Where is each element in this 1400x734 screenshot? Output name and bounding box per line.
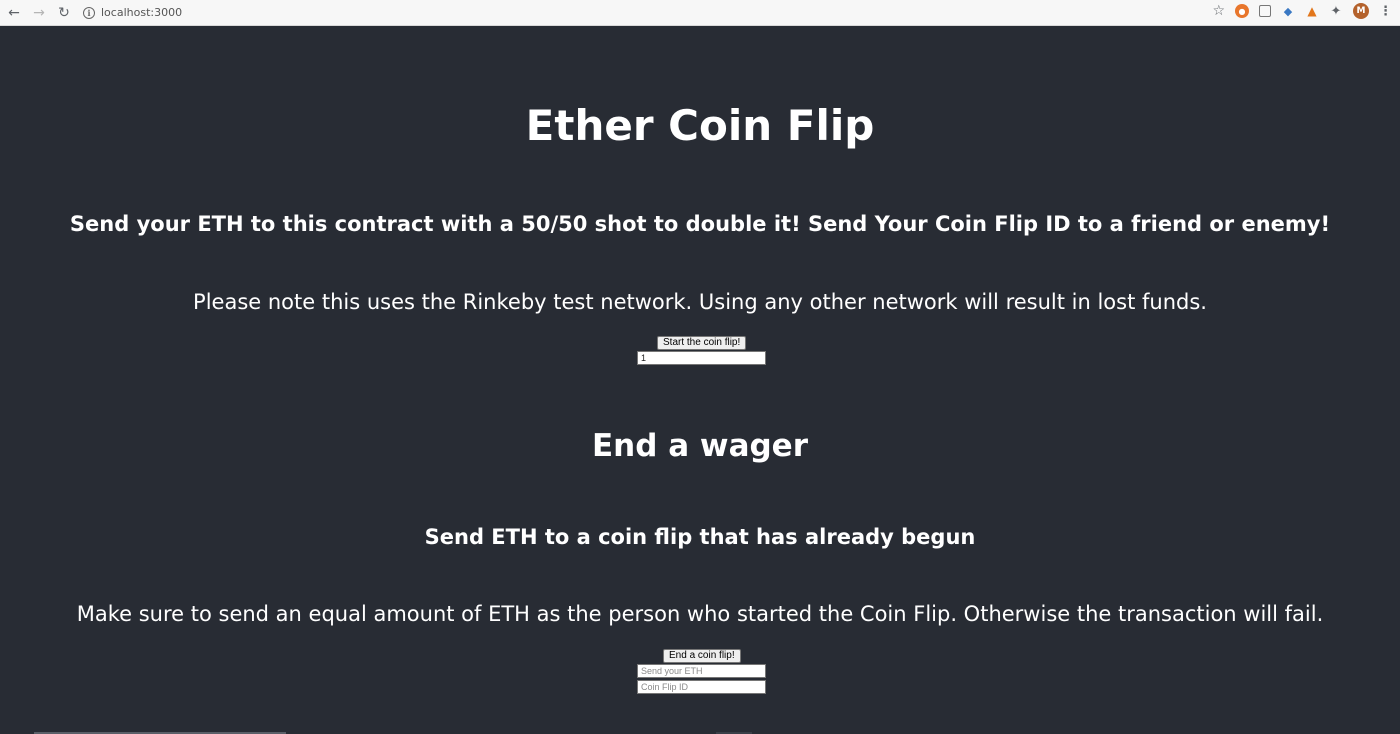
reload-icon[interactable]: ↻ [53, 2, 75, 24]
menu-kebab-icon[interactable]: ⋮ [1379, 4, 1392, 19]
profile-avatar[interactable]: M [1353, 3, 1369, 19]
extension-blue-icon[interactable]: ◆ [1281, 4, 1295, 18]
metamask-fox-icon[interactable]: ▲ [1305, 4, 1319, 18]
bookmark-star-icon[interactable]: ☆ [1212, 3, 1225, 19]
page-subtitle: Send your ETH to this contract with a 50… [69, 212, 1331, 236]
start-coin-flip-button[interactable]: Start the coin flip! [657, 336, 747, 350]
network-note: Please note this uses the Rinkeby test n… [193, 290, 1207, 314]
equal-amount-note: Make sure to send an equal amount of ETH… [76, 602, 1324, 626]
end-wager-heading: End a wager [591, 428, 808, 464]
forward-arrow-icon[interactable]: → [28, 2, 50, 24]
toolbar-extensions: ☆ ● ◆ ▲ ✦ M ⋮ [1212, 3, 1392, 19]
coin-flip-id-input[interactable]: Coin Flip ID [637, 680, 766, 694]
address-bar[interactable]: i localhost:3000 [83, 3, 182, 23]
end-coin-flip-button[interactable]: End a coin flip! [663, 649, 741, 663]
info-icon[interactable]: i [83, 6, 95, 19]
browser-toolbar: ← → ↻ i localhost:3000 ☆ ● ◆ ▲ ✦ M ⋮ [0, 0, 1400, 26]
send-eth-input[interactable]: Send your ETH [637, 664, 766, 678]
app-page: Ether Coin Flip Send your ETH to this co… [0, 26, 1400, 734]
start-eth-input[interactable]: 1 [637, 351, 766, 365]
back-arrow-icon[interactable]: ← [3, 2, 25, 24]
extensions-puzzle-icon[interactable]: ✦ [1329, 4, 1343, 19]
page-title: Ether Coin Flip [525, 101, 875, 150]
extension-square-icon[interactable] [1259, 5, 1271, 17]
extension-orange-icon[interactable]: ● [1235, 4, 1249, 18]
url-text: localhost:3000 [101, 6, 183, 19]
end-wager-subheading: Send ETH to a coin flip that has already… [424, 525, 976, 549]
